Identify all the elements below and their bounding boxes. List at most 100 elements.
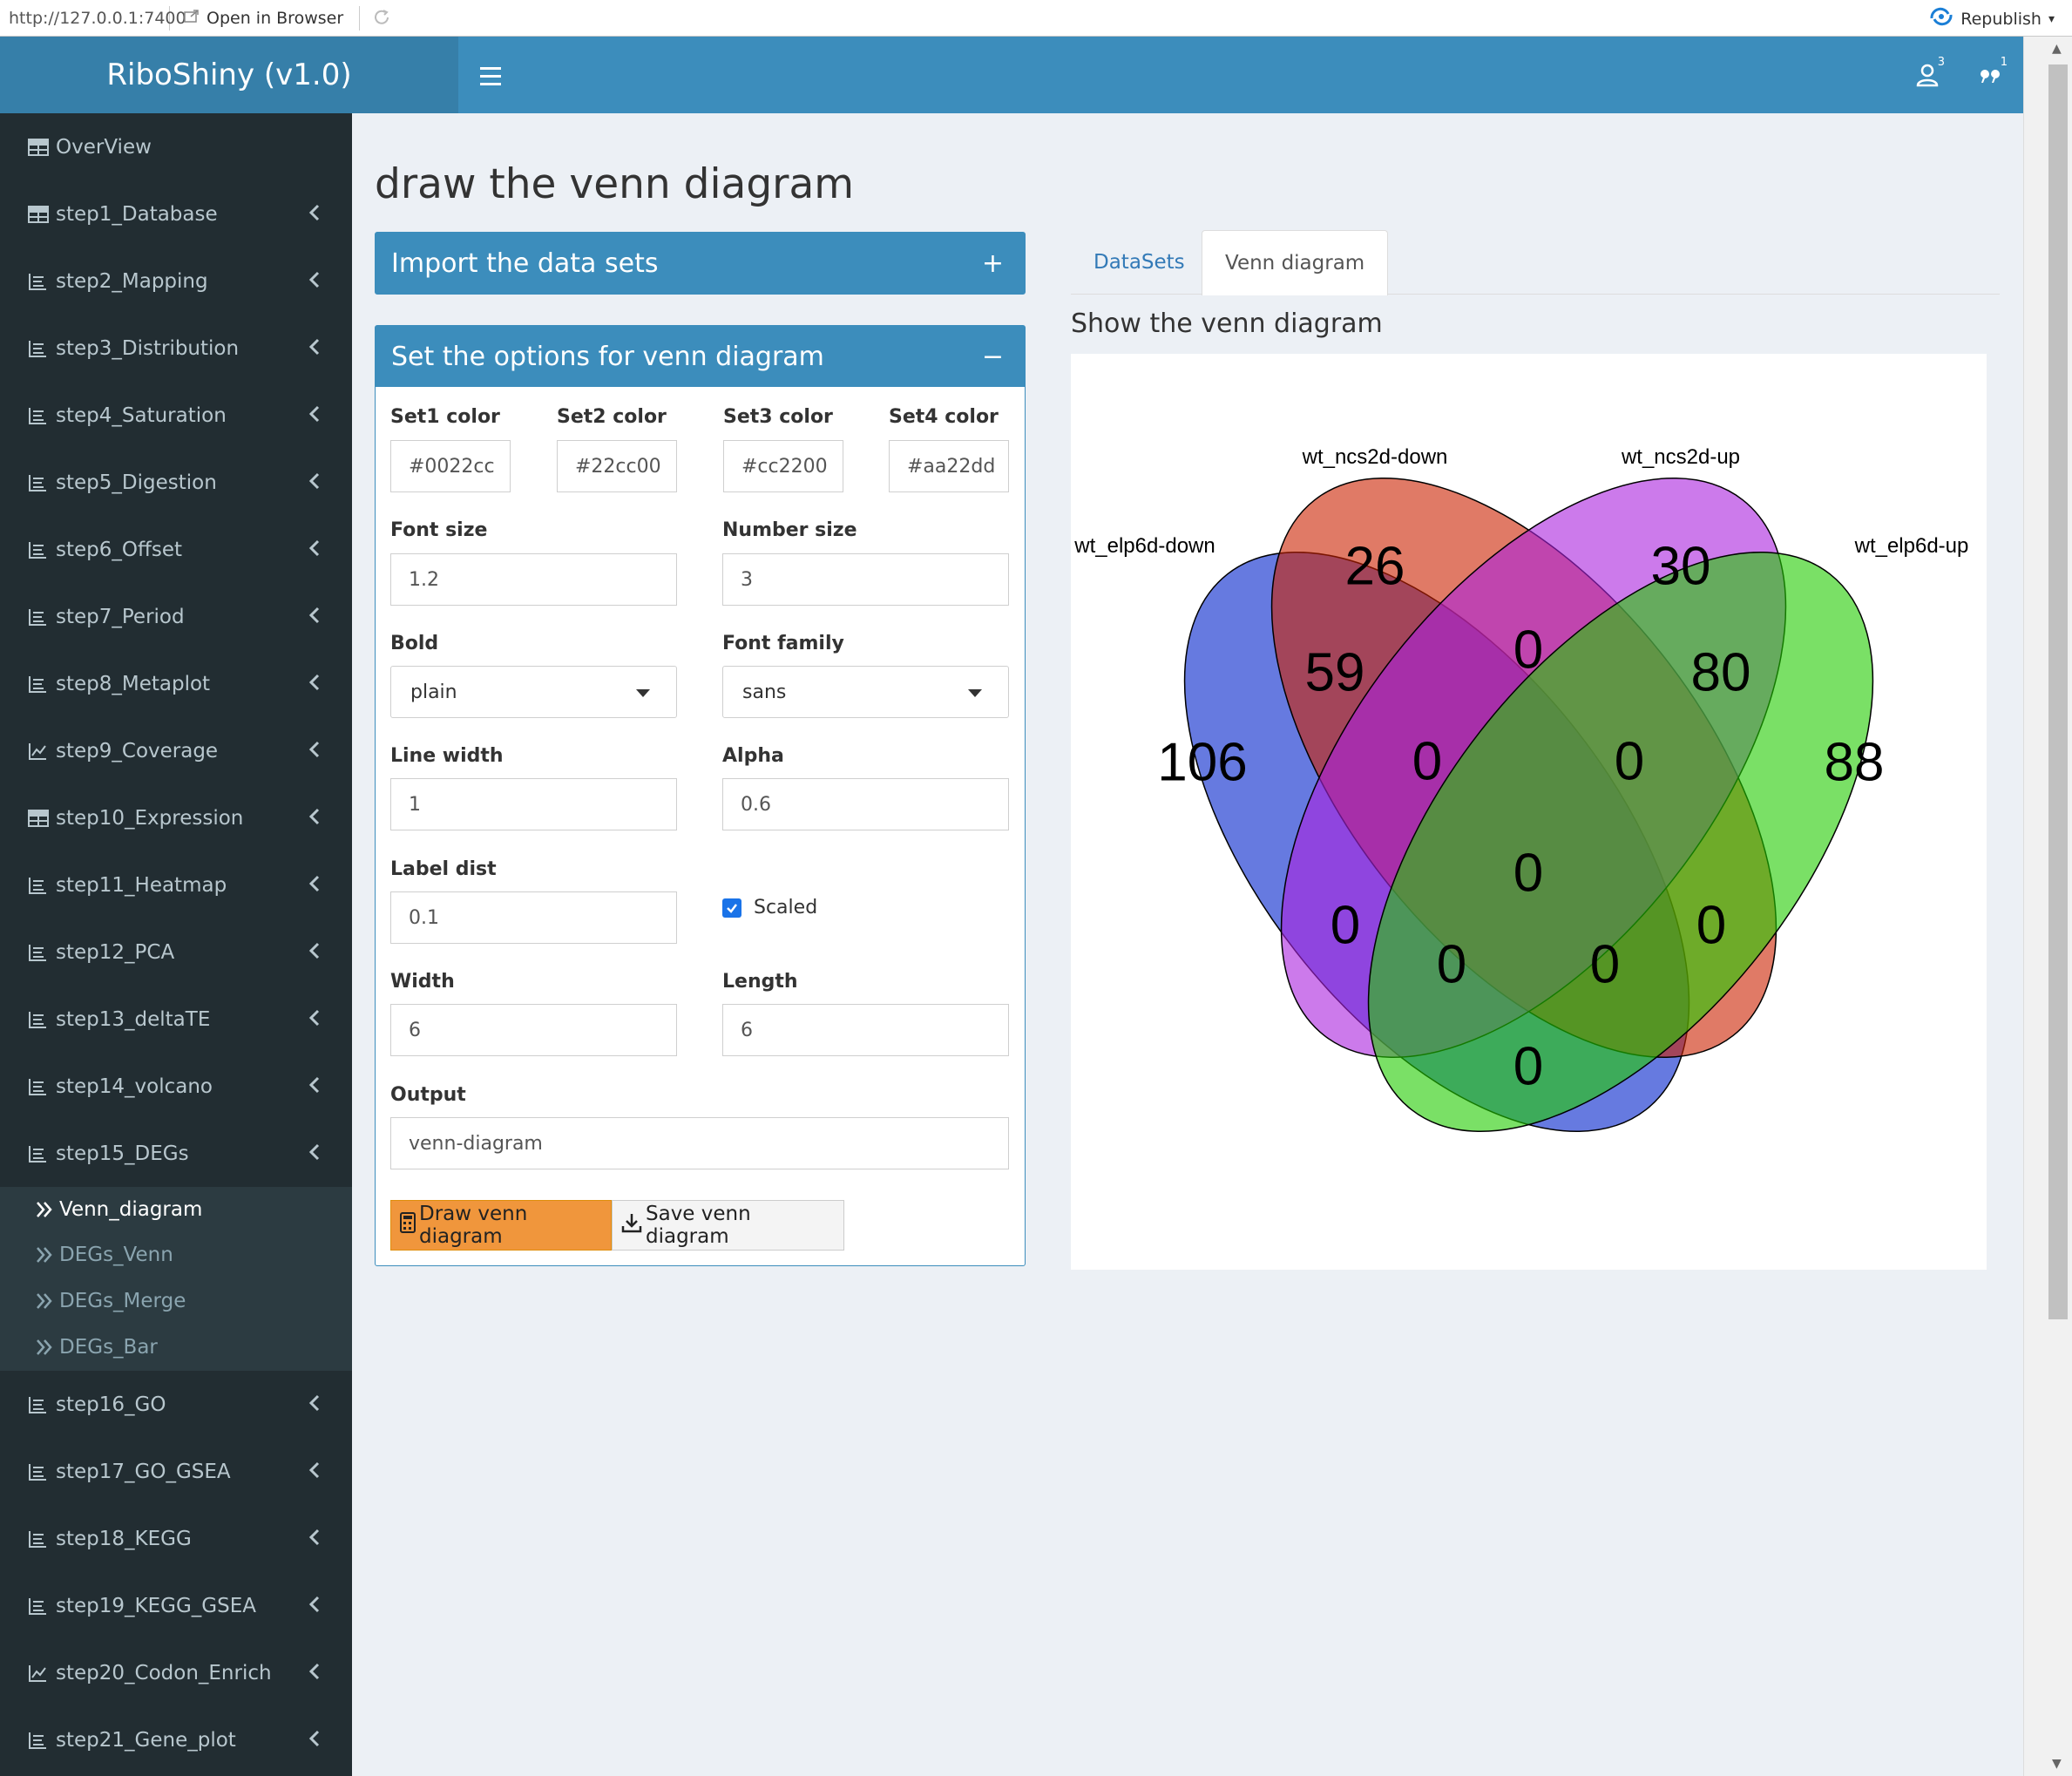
expand-icon[interactable]: + xyxy=(982,248,1004,279)
draw-venn-button[interactable]: Draw venn diagram xyxy=(390,1200,612,1251)
sidebar-item-step12_pca[interactable]: step12_PCA xyxy=(0,919,352,986)
sidebar-item-step5_digestion[interactable]: step5_Digestion xyxy=(0,449,352,516)
chevron-left-icon xyxy=(308,337,321,356)
chevron-down-icon[interactable]: ▾ xyxy=(2048,12,2055,26)
chevron-left-icon xyxy=(308,404,321,424)
set4-color-input[interactable]: #aa22dd xyxy=(889,440,1009,492)
set1-color-label: Set1 color xyxy=(390,406,500,428)
import-box-header[interactable]: Import the data sets + xyxy=(376,233,1025,294)
list-icon xyxy=(28,1462,51,1481)
submenu-item-label: DEGs_Merge xyxy=(59,1290,186,1312)
users-dropdown[interactable]: 3 xyxy=(1908,56,1947,94)
font-size-input[interactable]: 1.2 xyxy=(390,553,677,606)
sidebar-item-step11_heatmap[interactable]: step11_Heatmap xyxy=(0,851,352,919)
sidebar-item-step3_distribution[interactable]: step3_Distribution xyxy=(0,315,352,382)
bold-select[interactable]: plain xyxy=(390,666,677,718)
sidebar-item-step21_gene_plot[interactable]: step21_Gene_plot xyxy=(0,1706,352,1773)
sidebar-item-step16_go[interactable]: step16_GO xyxy=(0,1371,352,1438)
chevron-left-icon xyxy=(308,471,321,491)
line-width-input[interactable]: 1 xyxy=(390,778,677,830)
scroll-up-icon[interactable]: ▲ xyxy=(2052,42,2062,56)
chevron-left-icon xyxy=(308,1528,321,1547)
sidebar-item-label: step16_GO xyxy=(56,1393,166,1416)
sidebar-item-step2_mapping[interactable]: step2_Mapping xyxy=(0,247,352,315)
sidebar-item-step15_degs[interactable]: step15_DEGs xyxy=(0,1120,352,1187)
page-title: draw the venn diagram xyxy=(375,160,855,208)
venn-count-ac: 0 xyxy=(1331,895,1360,955)
quote-icon xyxy=(1981,70,2000,83)
set2-color-input[interactable]: #22cc00 xyxy=(557,440,677,492)
submenu-item-degs_venn[interactable]: DEGs_Venn xyxy=(0,1232,352,1278)
sidebar: OverView step1_Database step2_Mapping step3… xyxy=(0,113,352,1776)
options-box-title: Set the options for venn diagram xyxy=(391,341,824,372)
sidebar-item-label: step20_Codon_Enrich xyxy=(56,1661,272,1684)
sidebar-item-step18_kegg[interactable]: step18_KEGG xyxy=(0,1505,352,1572)
output-input[interactable]: venn-diagram xyxy=(390,1117,1009,1169)
font-family-select[interactable]: sans xyxy=(722,666,1009,718)
set3-color-input[interactable]: #cc2200 xyxy=(723,440,843,492)
venn-diagram: wt_elp6d-down wt_ncs2d-down wt_ncs2d-up wt_… xyxy=(1073,445,1969,1132)
submenu-item-degs_bar[interactable]: DEGs_Bar xyxy=(0,1325,352,1370)
options-box-header[interactable]: Set the options for venn diagram − xyxy=(376,326,1025,387)
sidebar-item-step14_volcano[interactable]: step14_volcano xyxy=(0,1053,352,1120)
length-input[interactable]: 6 xyxy=(722,1004,1009,1056)
collapse-icon[interactable]: − xyxy=(982,342,1004,372)
alpha-label: Alpha xyxy=(722,745,784,767)
number-size-input[interactable]: 3 xyxy=(722,553,1009,606)
url-text[interactable]: http://127.0.0.1:7400 xyxy=(0,5,186,31)
caret-down-icon xyxy=(636,689,650,697)
sidebar-item-step20_codon_enrich[interactable]: step20_Codon_Enrich xyxy=(0,1639,352,1706)
save-venn-button[interactable]: Save venn diagram xyxy=(612,1200,844,1251)
tab-datasets[interactable]: DataSets xyxy=(1071,230,1208,295)
double-angle-right-icon xyxy=(35,1292,54,1310)
sidebar-item-step8_metaplot[interactable]: step8_Metaplot xyxy=(0,650,352,717)
venn-count-ab: 59 xyxy=(1305,642,1365,702)
calculator-icon xyxy=(400,1212,416,1238)
sidebar-item-step4_saturation[interactable]: step4_Saturation xyxy=(0,382,352,449)
sidebar-toggle-button[interactable] xyxy=(471,56,511,96)
checkbox-checked-icon[interactable] xyxy=(722,898,741,918)
browser-toolbar: http://127.0.0.1:7400 Open in Browser Re… xyxy=(0,0,2072,37)
scaled-checkbox[interactable]: Scaled xyxy=(722,897,817,919)
venn-plot: wt_elp6d-down wt_ncs2d-down wt_ncs2d-up wt_… xyxy=(1071,354,1987,1270)
sidebar-item-step6_offset[interactable]: step6_Offset xyxy=(0,516,352,583)
table-icon xyxy=(28,205,51,224)
sidebar-item-step7_period[interactable]: step7_Period xyxy=(0,583,352,650)
sidebar-item-step9_coverage[interactable]: step9_Coverage xyxy=(0,717,352,784)
chevron-left-icon xyxy=(308,874,321,893)
import-box: Import the data sets + xyxy=(375,232,1026,295)
sidebar-item-step1_database[interactable]: step1_Database xyxy=(0,180,352,247)
sidebar-item-overview[interactable]: OverView xyxy=(0,113,352,180)
sidebar-item-step10_expression[interactable]: step10_Expression xyxy=(0,784,352,851)
chevron-left-icon xyxy=(308,1595,321,1614)
scroll-down-icon[interactable]: ▼ xyxy=(2052,1757,2062,1771)
label-dist-input[interactable]: 0.1 xyxy=(390,891,677,944)
venn-set-label: wt_ncs2d-down xyxy=(1302,445,1448,469)
submenu-item-degs_merge[interactable]: DEGs_Merge xyxy=(0,1278,352,1324)
sidebar-item-label: step19_KEGG_GSEA xyxy=(56,1594,256,1617)
sidebar-item-step13_deltate[interactable]: step13_deltaTE xyxy=(0,986,352,1053)
messages-dropdown[interactable]: 1 xyxy=(1971,56,2009,94)
sidebar-item-step17_go_gsea[interactable]: step17_GO_GSEA xyxy=(0,1438,352,1505)
page-scrollbar[interactable]: ▲ ▼ xyxy=(2023,37,2072,1776)
list-icon xyxy=(28,1596,51,1616)
republish-button[interactable]: Republish ▾ xyxy=(1929,6,2055,31)
font-family-select-value: sans xyxy=(742,681,787,703)
alpha-input[interactable]: 0.6 xyxy=(722,778,1009,830)
double-angle-right-icon xyxy=(35,1339,54,1356)
sidebar-item-label: step14_volcano xyxy=(56,1074,213,1098)
venn-set-label: wt_elp6d-up xyxy=(1854,534,1969,558)
sidebar-item-step19_kegg_gsea[interactable]: step19_KEGG_GSEA xyxy=(0,1572,352,1639)
chevron-left-icon xyxy=(308,1461,321,1480)
open-in-browser-button[interactable]: Open in Browser xyxy=(184,5,361,31)
list-icon xyxy=(28,1077,51,1096)
submenu-item-venn_diagram[interactable]: Venn_diagram xyxy=(0,1187,352,1232)
scrollbar-thumb[interactable] xyxy=(2048,64,2068,1319)
venn-count-a: 106 xyxy=(1157,732,1247,792)
tab-venn-diagram[interactable]: Venn diagram xyxy=(1202,230,1389,295)
set1-color-input[interactable]: #0022cc xyxy=(390,440,511,492)
width-input[interactable]: 6 xyxy=(390,1004,677,1056)
refresh-icon[interactable] xyxy=(372,8,393,29)
app-title[interactable]: RiboShiny (v1.0) xyxy=(0,37,458,113)
venn-count-ad: 0 xyxy=(1513,1036,1543,1096)
